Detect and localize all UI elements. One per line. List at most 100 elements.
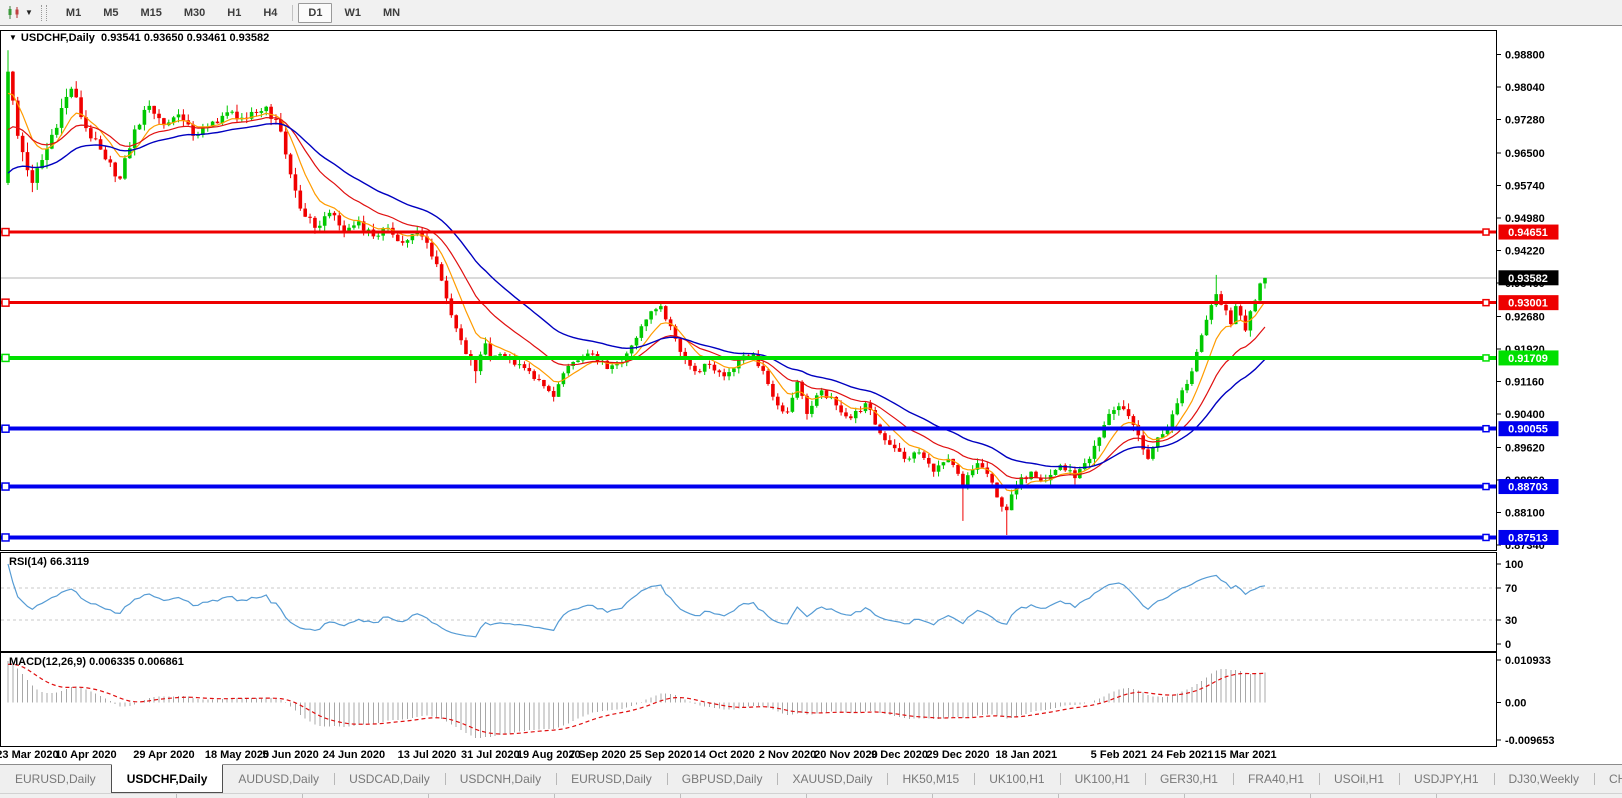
timeframe-button-m1[interactable]: M1	[56, 3, 91, 23]
timeframe-button-w1[interactable]: W1	[334, 3, 371, 23]
line-handle-left[interactable]	[2, 299, 9, 306]
date-label: 5 Feb 2021	[1091, 749, 1147, 761]
price-axis-label: 0.89620	[1505, 442, 1545, 454]
svg-text:0.88703: 0.88703	[1508, 482, 1548, 494]
line-handle-left[interactable]	[2, 534, 9, 541]
timeframe-button-h4[interactable]: H4	[253, 3, 287, 23]
macd-histogram	[8, 661, 1265, 738]
date-label: 23 Mar 2020	[0, 749, 59, 761]
tab-audusd-daily[interactable]: AUDUSD,Daily	[223, 765, 334, 793]
status-strip-notch	[428, 794, 429, 798]
tab-eurusd-daily[interactable]: EURUSD,Daily	[556, 765, 667, 793]
candlestick-series	[6, 50, 1267, 535]
current-price-badge: 0.93582	[1499, 270, 1559, 285]
timeframe-button-d1[interactable]: D1	[298, 3, 332, 23]
date-label: 18 May 2020	[205, 749, 269, 761]
chart-type-dropdown-caret[interactable]: ▼	[25, 8, 33, 17]
chart-title-symbol: USDCHF,Daily	[21, 32, 95, 44]
line-handle-right[interactable]	[1483, 300, 1489, 306]
candlestick-chart-icon[interactable]	[4, 4, 24, 21]
toolbar-separator	[292, 5, 293, 21]
tab-eurusd-daily[interactable]: EURUSD,Daily	[0, 765, 111, 793]
status-strip	[0, 793, 1622, 798]
price-axis-label: 0.98040	[1505, 82, 1545, 94]
timeframe-button-m15[interactable]: M15	[130, 3, 171, 23]
status-strip-notch	[302, 794, 303, 798]
timeframe-toolbar: ▼ M1M5M15M30H1H4 D1W1MN	[0, 0, 1622, 26]
date-axis[interactable]: 23 Mar 202010 Apr 202029 Apr 202018 May …	[0, 747, 1497, 764]
tab-uk100-h1[interactable]: UK100,H1	[1060, 765, 1145, 793]
macd-indicator-label: MACD(12,26,9) 0.006335 0.006861	[9, 656, 184, 668]
macd-axis-label: 0.010933	[1505, 655, 1551, 667]
mt4-terminal: { "toolbar": { "timeframes": ["M1","M5",…	[0, 0, 1622, 798]
macd-axis-label: 0.00	[1505, 697, 1526, 709]
rsi-line	[8, 564, 1265, 637]
svg-text:0.87513: 0.87513	[1508, 532, 1548, 544]
line-price-badge: 0.94651	[1499, 225, 1559, 240]
rsi-axis-label: 30	[1505, 615, 1517, 627]
rsi-axis-label: 0	[1505, 639, 1511, 651]
tab-uk100-h1[interactable]: UK100,H1	[974, 765, 1059, 793]
macd-panel[interactable]: 0.0109330.00-0.009653	[0, 652, 1622, 747]
status-strip-notch	[1058, 794, 1059, 798]
tab-gbpusd-daily[interactable]: GBPUSD,Daily	[667, 765, 778, 793]
date-label: 10 Apr 2020	[55, 749, 116, 761]
timeframe-button-m5[interactable]: M5	[93, 3, 128, 23]
timeframe-button-m30[interactable]: M30	[174, 3, 215, 23]
tab-fra40-h1[interactable]: FRA40,H1	[1233, 765, 1319, 793]
price-axis-label: 0.94980	[1505, 213, 1545, 225]
horizontal-line-0.94651[interactable]	[1, 229, 1496, 236]
line-handle-left[interactable]	[2, 354, 9, 361]
line-handle-right[interactable]	[1483, 355, 1489, 361]
tab-usdjpy-h1[interactable]: USDJPY,H1	[1399, 765, 1493, 793]
tab-china300-h1[interactable]: CHINA300,H1	[1594, 765, 1622, 793]
date-label: 14 Oct 2020	[694, 749, 755, 761]
horizontal-line-0.93001[interactable]	[1, 299, 1496, 306]
line-handle-right[interactable]	[1483, 484, 1489, 490]
tab-hk50-m15[interactable]: HK50,M15	[887, 765, 974, 793]
macd-border	[1, 653, 1497, 747]
rsi-panel[interactable]: 10070300	[0, 552, 1622, 652]
horizontal-line-0.88703[interactable]	[1, 483, 1496, 490]
chart-border	[1, 31, 1497, 551]
tab-xauusd-daily[interactable]: XAUUSD,Daily	[777, 765, 887, 793]
ma-line-slow	[8, 124, 1265, 468]
tab-dj30-weekly[interactable]: DJ30,Weekly	[1494, 765, 1594, 793]
horizontal-line-0.87513[interactable]	[1, 534, 1496, 541]
date-label: 18 Jan 2021	[995, 749, 1057, 761]
price-axis-label: 0.96500	[1505, 148, 1545, 160]
ma-line-mid	[8, 118, 1265, 479]
line-handle-left[interactable]	[2, 425, 9, 432]
svg-text:0.93001: 0.93001	[1508, 298, 1548, 310]
line-handle-right[interactable]	[1483, 534, 1489, 540]
rsi-border	[1, 553, 1497, 652]
svg-text:0.91709: 0.91709	[1508, 353, 1548, 365]
line-handle-left[interactable]	[2, 229, 9, 236]
rsi-indicator-label: RSI(14) 66.3119	[9, 556, 89, 568]
line-price-badge: 0.88703	[1499, 479, 1559, 494]
status-strip-notch	[176, 794, 177, 798]
status-strip-notch	[932, 794, 933, 798]
price-axis-label: 0.91160	[1505, 376, 1544, 388]
date-label: 2 Nov 2020	[759, 749, 816, 761]
price-axis-label: 0.95740	[1505, 180, 1545, 192]
tab-usdcad-daily[interactable]: USDCAD,Daily	[334, 765, 445, 793]
tab-ger30-h1[interactable]: GER30,H1	[1145, 765, 1233, 793]
timeframe-button-mn[interactable]: MN	[373, 3, 410, 23]
tab-usdcnh-daily[interactable]: USDCNH,Daily	[445, 765, 556, 793]
symbol-dropdown-icon[interactable]: ▼	[9, 33, 17, 42]
timeframe-button-h1[interactable]: H1	[217, 3, 251, 23]
line-handle-right[interactable]	[1483, 426, 1489, 432]
line-handle-right[interactable]	[1483, 229, 1489, 235]
horizontal-line-0.90055[interactable]	[1, 425, 1496, 432]
status-strip-notch	[554, 794, 555, 798]
main-price-chart[interactable]: 0.988000.980400.972800.965000.957400.949…	[0, 26, 1622, 552]
date-label: 9 Dec 2020	[871, 749, 928, 761]
tab-usdchf-daily[interactable]: USDCHF,Daily	[111, 764, 224, 793]
rsi-axis-label: 100	[1505, 559, 1523, 571]
date-label: 5 Jun 2020	[262, 749, 318, 761]
tab-usoil-h1[interactable]: USOil,H1	[1319, 765, 1399, 793]
toolbar-grip[interactable]	[41, 5, 47, 21]
line-handle-left[interactable]	[2, 483, 9, 490]
date-label: 20 Nov 2020	[814, 749, 878, 761]
